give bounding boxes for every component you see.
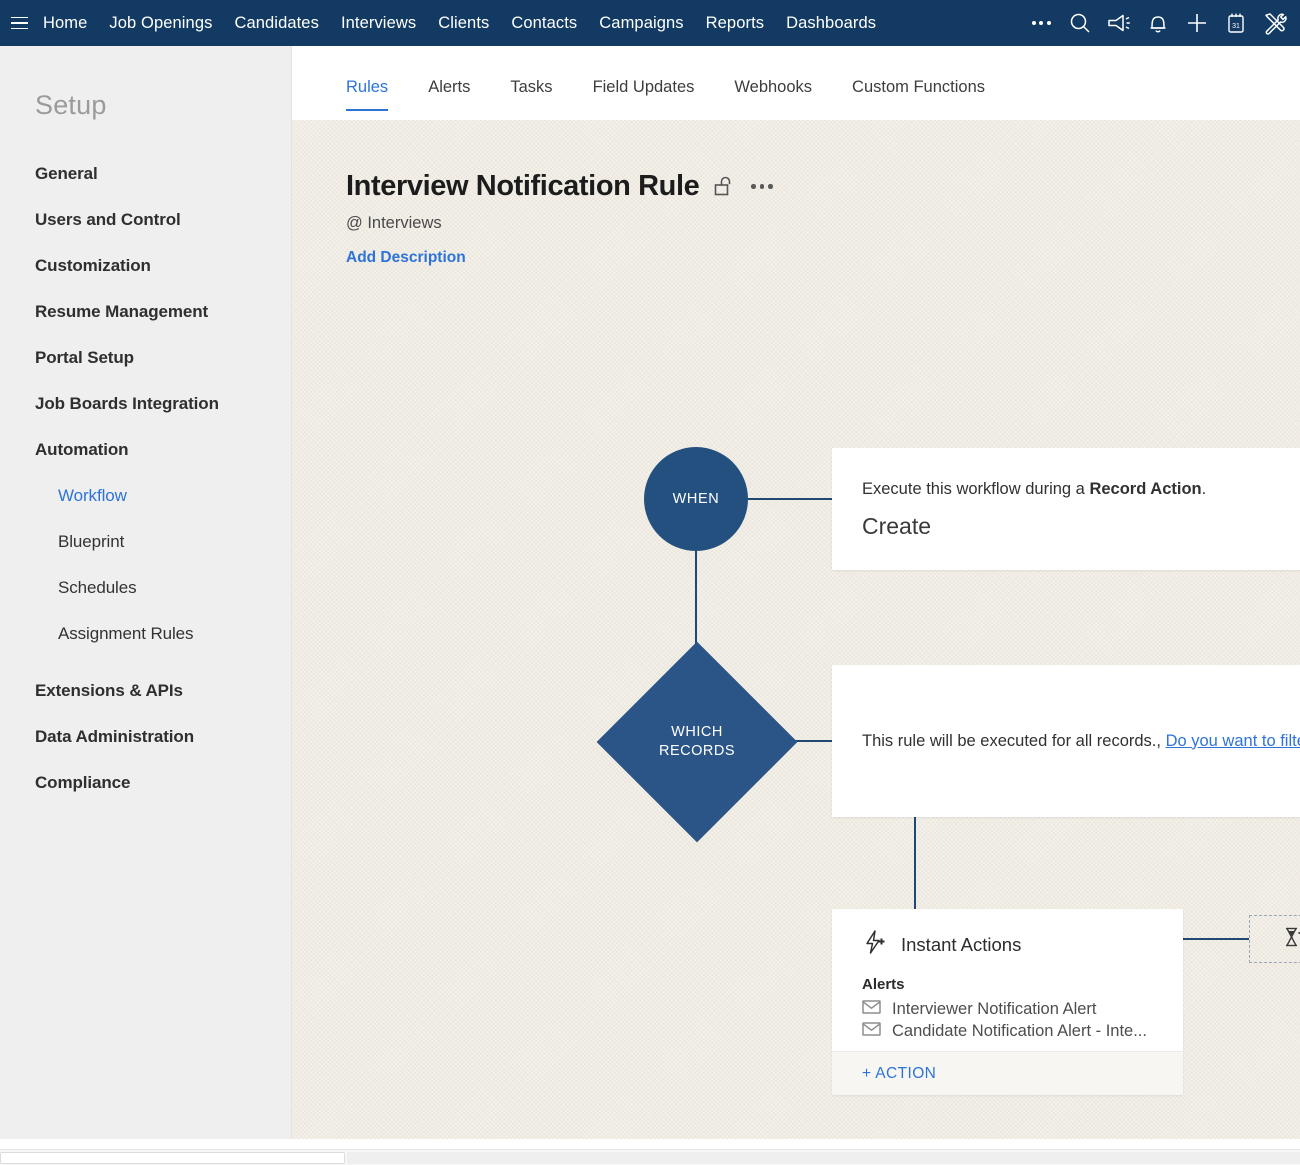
nav-link-job-openings[interactable]: Job Openings xyxy=(98,0,223,46)
sidebar-item-resume-management[interactable]: Resume Management xyxy=(0,289,291,335)
flow-node-when-label: WHEN xyxy=(673,491,720,507)
sidebar-item-job-boards-integration[interactable]: Job Boards Integration xyxy=(0,381,291,427)
instant-actions-title: Instant Actions xyxy=(901,934,1021,956)
add-plus-icon[interactable] xyxy=(1182,6,1212,40)
tab-field-updates[interactable]: Field Updates xyxy=(573,78,715,111)
rule-title-row: Interview Notification Rule xyxy=(346,170,775,203)
envelope-icon xyxy=(862,1000,881,1019)
sidebar-title: Setup xyxy=(35,90,291,121)
svg-text:31: 31 xyxy=(1232,23,1240,30)
rule-more-options-icon[interactable] xyxy=(749,178,775,195)
when-card-text-bold: Record Action xyxy=(1089,480,1201,498)
announcement-megaphone-icon[interactable] xyxy=(1104,6,1134,40)
when-card-value: Create xyxy=(862,513,1300,540)
alert-name: Interviewer Notification Alert xyxy=(892,1000,1097,1019)
nav-link-campaigns[interactable]: Campaigns xyxy=(588,0,694,46)
sidebar-item-automation[interactable]: Automation xyxy=(0,427,291,473)
tab-webhooks[interactable]: Webhooks xyxy=(714,78,832,111)
when-card-description: Execute this workflow during a Record Ac… xyxy=(862,480,1300,499)
nav-link-interviews[interactable]: Interviews xyxy=(330,0,427,46)
horizontal-scrollbar-track[interactable] xyxy=(347,1152,1300,1164)
sidebar-divider-gap xyxy=(0,657,291,668)
nav-icon-group: 31 xyxy=(1026,0,1300,46)
tab-rules[interactable]: Rules xyxy=(346,78,408,111)
sidebar-item-workflow[interactable]: Workflow xyxy=(0,473,291,519)
sidebar-item-blueprint[interactable]: Blueprint xyxy=(0,519,291,565)
sidebar-item-compliance[interactable]: Compliance xyxy=(0,760,291,806)
unlock-padlock-icon[interactable] xyxy=(713,175,735,199)
when-card-text-after: . xyxy=(1202,480,1207,498)
sidebar-item-data-administration[interactable]: Data Administration xyxy=(0,714,291,760)
horizontal-scrollbar[interactable] xyxy=(0,1149,1300,1165)
tools-setup-icon[interactable] xyxy=(1260,6,1290,40)
lightning-bolt-plus-icon xyxy=(862,929,888,960)
connector-instant-to-scheduled xyxy=(1183,938,1249,940)
which-records-card-text-wrap: This rule will be executed for all recor… xyxy=(862,732,1300,751)
which-records-line1: WHICH xyxy=(671,723,723,742)
nav-link-home[interactable]: Home xyxy=(32,0,98,46)
hamburger-menu-icon[interactable] xyxy=(6,0,32,46)
connector-which-card-to-instant xyxy=(914,817,916,909)
sidebar-item-customization[interactable]: Customization xyxy=(0,243,291,289)
search-icon[interactable] xyxy=(1065,6,1095,40)
scheduled-actions-button[interactable]: Scheduled Actions xyxy=(1249,915,1300,963)
instant-actions-card[interactable]: Instant Actions Alerts Interviewer Notif… xyxy=(832,909,1183,1095)
flow-node-when[interactable]: WHEN xyxy=(644,447,748,551)
sidebar-item-schedules[interactable]: Schedules xyxy=(0,565,291,611)
calendar-icon[interactable]: 31 xyxy=(1221,6,1251,40)
tab-custom-functions[interactable]: Custom Functions xyxy=(832,78,1005,111)
add-action-button[interactable]: + ACTION xyxy=(862,1065,936,1083)
filter-records-link[interactable]: Do you want to filter the records? xyxy=(1166,732,1300,750)
sidebar-item-portal-setup[interactable]: Portal Setup xyxy=(0,335,291,381)
bottom-spacer xyxy=(0,1139,1300,1149)
instant-actions-section-label: Alerts xyxy=(862,976,1183,993)
which-records-line2: RECORDS xyxy=(659,742,735,761)
nav-link-contacts[interactable]: Contacts xyxy=(500,0,588,46)
nav-link-candidates[interactable]: Candidates xyxy=(223,0,329,46)
tab-alerts[interactable]: Alerts xyxy=(408,78,490,111)
which-records-card-text: This rule will be executed for all recor… xyxy=(862,732,1161,750)
add-description-link[interactable]: Add Description xyxy=(346,249,775,267)
more-ellipsis-icon[interactable] xyxy=(1026,6,1056,40)
which-records-card[interactable]: This rule will be executed for all recor… xyxy=(832,665,1300,817)
sidebar-item-extensions-and-apis[interactable]: Extensions & APIs xyxy=(0,668,291,714)
instant-actions-header: Instant Actions xyxy=(832,909,1183,960)
hourglass-plus-icon xyxy=(1282,925,1300,954)
notification-bell-icon[interactable] xyxy=(1143,6,1173,40)
instant-actions-footer: + ACTION xyxy=(832,1051,1183,1095)
workflow-canvas: Interview Notification Rule @ Interviews… xyxy=(292,120,1300,1139)
main-content: Rules Alerts Tasks Field Updates Webhook… xyxy=(292,46,1300,1139)
connector-when-to-card xyxy=(748,498,834,500)
nav-link-clients[interactable]: Clients xyxy=(427,0,500,46)
sidebar-menu: General Users and Control Customization … xyxy=(0,151,291,806)
list-item[interactable]: Interviewer Notification Alert xyxy=(862,1000,1183,1019)
envelope-icon xyxy=(862,1022,881,1041)
rule-header: Interview Notification Rule @ Interviews… xyxy=(346,170,775,267)
alert-name: Candidate Notification Alert - Inte... xyxy=(892,1022,1147,1041)
list-item[interactable]: Candidate Notification Alert - Inte... xyxy=(862,1022,1183,1041)
sidebar-item-users-and-control[interactable]: Users and Control xyxy=(0,197,291,243)
setup-sidebar: Setup General Users and Control Customiz… xyxy=(0,46,292,1139)
when-card-text-before: Execute this workflow during a xyxy=(862,480,1089,498)
flow-node-which-records-label: WHICH RECORDS xyxy=(626,671,768,813)
sidebar-item-general[interactable]: General xyxy=(0,151,291,197)
sidebar-item-assignment-rules[interactable]: Assignment Rules xyxy=(0,611,291,657)
instant-actions-body: Alerts Interviewer Notification Alert xyxy=(832,960,1183,1041)
workflow-tab-bar: Rules Alerts Tasks Field Updates Webhook… xyxy=(292,46,1300,120)
when-card[interactable]: Execute this workflow during a Record Ac… xyxy=(832,448,1300,570)
flow-node-which-records[interactable]: WHICH RECORDS xyxy=(597,642,798,843)
nav-link-reports[interactable]: Reports xyxy=(695,0,775,46)
tab-tasks[interactable]: Tasks xyxy=(490,78,572,111)
page-title: Interview Notification Rule xyxy=(346,170,699,203)
nav-link-dashboards[interactable]: Dashboards xyxy=(775,0,887,46)
rule-module-label: @ Interviews xyxy=(346,214,775,233)
top-navigation-bar: Home Job Openings Candidates Interviews … xyxy=(0,0,1300,46)
horizontal-scrollbar-thumb[interactable] xyxy=(0,1152,345,1164)
